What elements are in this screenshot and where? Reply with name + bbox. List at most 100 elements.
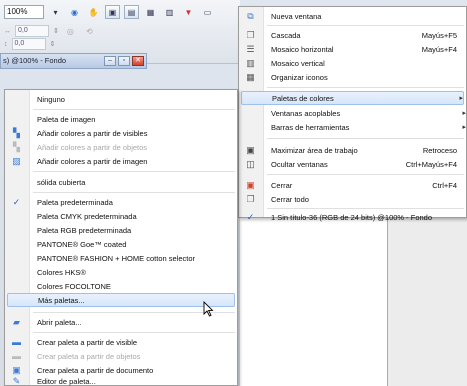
submenu-item-label: Crear paleta a partir de objetos bbox=[37, 351, 141, 361]
submenu-item-rgb-palette[interactable]: Paleta RGB predeterminada bbox=[5, 223, 237, 237]
submenu-item-label: Paleta RGB predeterminada bbox=[37, 225, 132, 235]
target-icon[interactable]: ◎ bbox=[63, 24, 78, 38]
restore-icon[interactable]: ▫ bbox=[118, 56, 130, 66]
menu-item-tile-vertical[interactable]: ▥ Mosaico vertical bbox=[239, 56, 466, 70]
menu-item-arrange-icons[interactable]: ▦ Organizar iconos bbox=[239, 70, 466, 84]
menu-item-label: Barras de herramientas bbox=[271, 122, 350, 132]
submenu-item-create-objects[interactable]: ▬ Crear paleta a partir de objetos bbox=[5, 349, 237, 363]
menu-item-toolbars[interactable]: Barras de herramientas ▸ bbox=[239, 120, 466, 134]
check-icon: ✓ bbox=[12, 196, 21, 207]
submenu-item-pantone-fashion[interactable]: PANTONE® FASHION + HOME cotton selector bbox=[5, 251, 237, 265]
menu-item-tile-horizontal[interactable]: ☰ Mosaico horizontal Mayús+F4 bbox=[239, 42, 466, 56]
layers-icon[interactable]: ▼ bbox=[181, 5, 196, 19]
menu-item-label: 1 Sin título-36 (RGB de 24 bits) @100% -… bbox=[271, 212, 433, 222]
submenu-arrow-icon: ▸ bbox=[462, 124, 466, 131]
arrange-icons-icon: ▦ bbox=[246, 71, 255, 82]
guides-icon[interactable]: ▥ bbox=[162, 5, 177, 19]
submenu-item-label: Colores FOCOLTONE bbox=[37, 281, 111, 291]
menu-item-color-palettes[interactable]: Paletas de colores ▸ bbox=[241, 91, 464, 105]
menu-item-close-all[interactable]: ❐ Cerrar todo bbox=[239, 192, 466, 206]
submenu-item-label: Paleta CMYK predeterminada bbox=[37, 211, 137, 221]
menu-separator bbox=[33, 192, 235, 193]
add-colors-objects-icon: ▚ bbox=[13, 141, 20, 152]
check-icon: ✓ bbox=[246, 211, 255, 222]
document-title: s) @100% - Fondo bbox=[3, 56, 67, 65]
window-icon[interactable]: ▭ bbox=[200, 5, 215, 19]
menu-separator bbox=[267, 138, 464, 139]
submenu-arrow-icon: ▸ bbox=[459, 95, 463, 102]
new-window-icon: ⧉ bbox=[247, 10, 254, 21]
submenu-item-label: PANTONE® FASHION + HOME cotton selector bbox=[37, 253, 196, 263]
grid-icon[interactable]: ▦ bbox=[143, 5, 158, 19]
hand-icon[interactable]: ✋ bbox=[86, 5, 101, 19]
submenu-item-label: Colores HKS® bbox=[37, 267, 86, 277]
submenu-item-palette-editor[interactable]: ✎ Editor de paleta... bbox=[5, 374, 237, 386]
menu-separator bbox=[267, 174, 464, 175]
submenu-item-focoltone[interactable]: Colores FOCOLTONE bbox=[5, 279, 237, 293]
menu-item-label: Cascada bbox=[271, 30, 301, 40]
window-menu: ⧉ Nueva ventana ❐ Cascada Mayús+F5 ☰ Mos… bbox=[238, 6, 467, 222]
color-palettes-submenu: Ninguno Paleta de imagen ▚ Añadir colore… bbox=[4, 89, 238, 386]
submenu-item-add-visible[interactable]: ▚ Añadir colores a partir de visibles bbox=[5, 126, 237, 140]
minimize-icon[interactable]: – bbox=[104, 56, 116, 66]
submenu-item-add-image[interactable]: ▨ Añadir colores a partir de imagen bbox=[5, 154, 237, 168]
menu-item-label: Nueva ventana bbox=[271, 11, 322, 21]
submenu-item-add-objects[interactable]: ▚ Añadir colores a partir de objetos bbox=[5, 140, 237, 154]
menu-item-shortcut: Ctrl+Mayús+F4 bbox=[405, 159, 457, 169]
view-icon[interactable]: ◉ bbox=[67, 5, 82, 19]
add-colors-image-icon: ▨ bbox=[12, 155, 21, 166]
menu-separator bbox=[267, 87, 464, 88]
menu-item-hide-windows[interactable]: ◫ Ocultar ventanas Ctrl+Mayús+F4 bbox=[239, 157, 466, 171]
y-position-field[interactable]: 0,0 bbox=[11, 38, 46, 50]
chevron-down-icon[interactable]: ▾ bbox=[48, 5, 63, 19]
submenu-item-label: sólida cubierta bbox=[37, 177, 86, 187]
submenu-item-more-palettes[interactable]: Más paletas... bbox=[7, 293, 235, 307]
submenu-item-none[interactable]: Ninguno bbox=[5, 92, 237, 106]
maximize-icon: ▣ bbox=[246, 144, 255, 155]
submenu-item-solid-coated[interactable]: sólida cubierta bbox=[5, 175, 237, 189]
menu-item-maximize-workspace[interactable]: ▣ Maximizar área de trabajo Retroceso bbox=[239, 143, 466, 157]
toolbar-row-1: 100% ▾ ◉ ✋ ▣ ▤ ▦ ▥ ▼ ▭ bbox=[4, 3, 215, 21]
cascade-icon: ❐ bbox=[246, 29, 255, 40]
open-palette-icon: ▰ bbox=[13, 316, 20, 327]
screen-mode-icon[interactable]: ▣ bbox=[105, 5, 120, 19]
x-label-icon: ↔ bbox=[4, 27, 11, 35]
tile-horizontal-icon: ☰ bbox=[246, 43, 255, 54]
submenu-item-label: Abrir paleta... bbox=[37, 317, 82, 327]
submenu-item-default-palette[interactable]: ✓ Paleta predeterminada bbox=[5, 195, 237, 209]
submenu-item-pantone-goe[interactable]: PANTONE® Goe™ coated bbox=[5, 237, 237, 251]
menu-item-label: Paletas de colores bbox=[272, 93, 334, 103]
submenu-item-cmyk-palette[interactable]: Paleta CMYK predeterminada bbox=[5, 209, 237, 223]
hide-windows-icon: ◫ bbox=[246, 158, 255, 169]
menu-item-cascade[interactable]: ❐ Cascada Mayús+F5 bbox=[239, 28, 466, 42]
submenu-item-label: Añadir colores a partir de visibles bbox=[37, 128, 148, 138]
submenu-item-hks[interactable]: Colores HKS® bbox=[5, 265, 237, 279]
menu-item-close[interactable]: ▣ Cerrar Ctrl+F4 bbox=[239, 178, 466, 192]
spin-icon[interactable]: ⇕ bbox=[53, 27, 59, 35]
close-all-icon: ❐ bbox=[246, 193, 255, 204]
menu-item-dockers[interactable]: Ventanas acoplables ▸ bbox=[239, 106, 466, 120]
submenu-item-label: PANTONE® Goe™ coated bbox=[37, 239, 127, 249]
submenu-item-create-visible[interactable]: ▬ Crear paleta a partir de visible bbox=[5, 335, 237, 349]
create-palette-objects-icon: ▬ bbox=[12, 351, 21, 361]
menu-item-label: Mosaico horizontal bbox=[271, 44, 334, 54]
tile-vertical-icon: ▥ bbox=[246, 57, 255, 68]
close-doc-icon: ▣ bbox=[246, 179, 255, 190]
menu-item-label: Mosaico vertical bbox=[271, 58, 325, 68]
window-controls: – ▫ ✕ bbox=[104, 56, 144, 66]
submenu-item-label: Crear paleta a partir de visible bbox=[37, 337, 138, 347]
menu-item-new-window[interactable]: ⧉ Nueva ventana bbox=[239, 9, 466, 23]
document-title-bar: s) @100% - Fondo – ▫ ✕ bbox=[0, 53, 147, 69]
submenu-item-open-palette[interactable]: ▰ Abrir paleta... bbox=[5, 315, 237, 329]
toolbar-row-3: ↕ 0,0 ⇕ bbox=[4, 35, 55, 53]
menu-item-open-document[interactable]: ✓ 1 Sin título-36 (RGB de 24 bits) @100%… bbox=[239, 210, 466, 224]
flip-icon[interactable]: ⟲ bbox=[82, 24, 97, 38]
add-colors-visible-icon: ▚ bbox=[13, 127, 20, 138]
submenu-item-label: Paleta de imagen bbox=[37, 114, 96, 124]
mouse-cursor-icon bbox=[203, 301, 214, 317]
submenu-item-image-palette[interactable]: Paleta de imagen bbox=[5, 112, 237, 126]
close-icon[interactable]: ✕ bbox=[132, 56, 144, 66]
fit-page-icon[interactable]: ▤ bbox=[124, 5, 139, 19]
spin-icon-2[interactable]: ⇕ bbox=[50, 40, 56, 48]
zoom-level-dropdown[interactable]: 100% bbox=[4, 5, 44, 19]
